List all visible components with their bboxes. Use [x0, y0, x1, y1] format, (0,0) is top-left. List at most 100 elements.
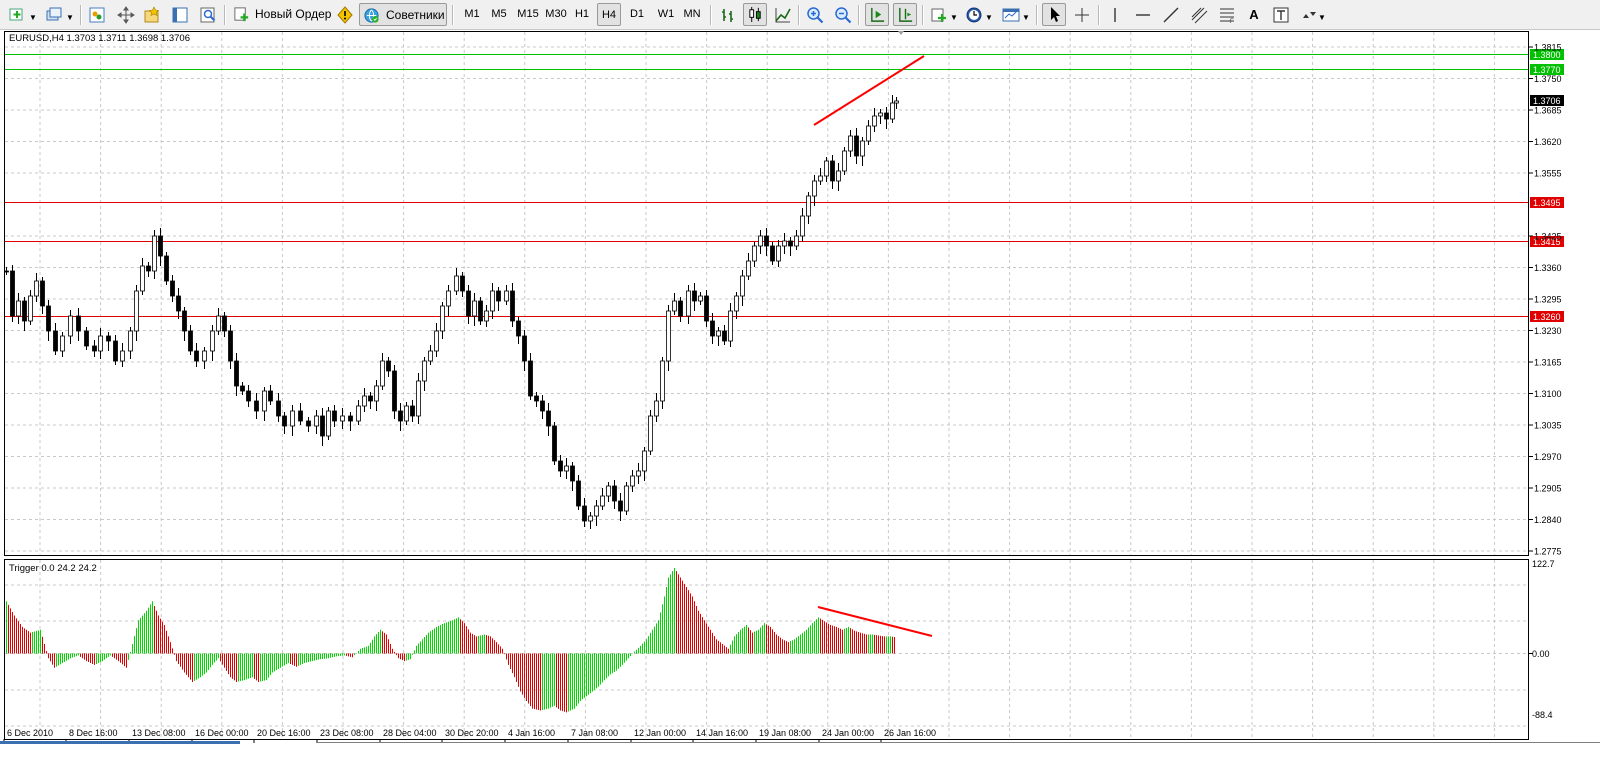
profiles-icon[interactable]	[45, 6, 63, 24]
price-tick-label: 1.3230	[1534, 326, 1562, 336]
time-tick-label: 6 Dec 2010	[7, 728, 53, 738]
candle-body	[770, 245, 775, 262]
candle-body	[642, 450, 647, 472]
experts-button[interactable]: Советники	[359, 3, 447, 26]
candle-body	[630, 475, 635, 487]
periodicity-icon[interactable]	[965, 6, 983, 24]
price-tick-label: 1.3360	[1534, 263, 1562, 273]
new-chart-icon[interactable]	[8, 6, 26, 24]
candle-body	[128, 330, 133, 352]
horizontal-line-icon[interactable]	[1134, 6, 1152, 24]
arrows-icon[interactable]	[1300, 6, 1318, 24]
price-tick-label: 1.2970	[1534, 452, 1562, 462]
price-divergence-trendline[interactable]	[813, 55, 925, 126]
auto-scroll-button[interactable]	[865, 3, 889, 26]
candle-body	[68, 315, 73, 337]
timeframe-m30[interactable]: M30	[543, 3, 569, 26]
current-price-label: 1.3706	[1533, 96, 1561, 106]
time-tick-label: 19 Jan 08:00	[759, 728, 811, 738]
text-icon[interactable]: A	[1244, 3, 1264, 26]
candle-body	[830, 160, 835, 182]
market-watch-icon[interactable]	[88, 6, 106, 24]
chart-shift-button[interactable]	[893, 3, 917, 26]
timeframe-h4[interactable]: H4	[597, 3, 621, 26]
timeframe-m1[interactable]: M1	[461, 3, 483, 26]
time-tick-label: 20 Dec 16:00	[257, 728, 311, 738]
templates-icon[interactable]	[1002, 6, 1020, 24]
timeframe-h1[interactable]: H1	[571, 3, 593, 26]
line-chart-icon[interactable]	[774, 6, 792, 24]
candle-body	[234, 360, 239, 387]
candle-body	[764, 235, 769, 247]
candle-body	[800, 215, 805, 237]
candle-body	[416, 380, 421, 417]
arrows-dropdown-icon[interactable]: ▼	[1318, 6, 1326, 29]
indicators-dropdown-icon[interactable]: ▼	[950, 6, 958, 29]
candle-body	[636, 470, 641, 477]
shift-marker-icon[interactable]	[898, 31, 904, 35]
price-tick-label: 1.2840	[1534, 515, 1562, 525]
navigator-icon[interactable]	[117, 6, 135, 24]
zoom-in-icon[interactable]	[806, 6, 824, 24]
strategy-tester-icon[interactable]	[199, 6, 217, 24]
candle-body	[836, 170, 841, 182]
candle-body	[678, 300, 683, 317]
time-axis: 6 Dec 2010 8 Dec 16:00 13 Dec 08:00 16 Dec …	[3, 728, 936, 743]
candlestick-button[interactable]	[743, 3, 767, 26]
timeframe-d1[interactable]: D1	[626, 3, 648, 26]
indicator-title: Trigger 0.0 24.2 24.2	[9, 563, 97, 574]
candle-body	[152, 235, 157, 272]
candle-body	[552, 425, 557, 462]
candle-body	[4, 270, 9, 273]
templates-dropdown-icon[interactable]: ▼	[1022, 6, 1030, 29]
new-chart-dropdown-icon[interactable]: ▼	[29, 6, 37, 29]
cursor-button[interactable]	[1042, 3, 1066, 26]
new-order-button[interactable]: Новый Ордер	[230, 3, 334, 26]
fibonacci-icon[interactable]: F	[1218, 6, 1236, 24]
indicators-icon[interactable]	[930, 6, 948, 24]
favorites-icon[interactable]	[143, 6, 161, 24]
candle-body	[28, 295, 33, 322]
vertical-line-icon[interactable]	[1106, 6, 1124, 24]
profiles-dropdown-icon[interactable]: ▼	[66, 6, 74, 29]
candle-body	[504, 290, 509, 302]
trendline-icon[interactable]	[1162, 6, 1180, 24]
candle-body	[84, 330, 89, 347]
candle-body	[113, 340, 118, 362]
candle-body	[788, 240, 793, 247]
main-chart-title: EURUSD,H4 1.3703 1.3711 1.3698 1.3706	[9, 33, 190, 44]
timeframe-mn[interactable]: MN	[680, 3, 704, 26]
candle-body	[490, 290, 495, 312]
candle-body	[428, 350, 433, 362]
timeframe-m15[interactable]: M15	[514, 3, 542, 26]
candle-body	[594, 505, 599, 517]
chart-shift-icon	[899, 7, 913, 22]
bar-chart-icon[interactable]	[719, 6, 737, 24]
candle-body	[618, 500, 623, 512]
zoom-out-icon[interactable]	[834, 6, 852, 24]
candle-body	[794, 235, 799, 247]
timeframe-w1[interactable]: W1	[654, 3, 678, 26]
text-label-icon[interactable]	[1272, 6, 1290, 24]
candle-body	[878, 112, 883, 117]
candle-body	[806, 195, 811, 217]
candle-body	[398, 410, 403, 422]
candle-body	[866, 125, 871, 142]
crosshair-icon[interactable]	[1073, 6, 1091, 24]
candle-body	[298, 410, 303, 422]
timeframe-m5[interactable]: M5	[488, 3, 510, 26]
channel-icon[interactable]	[1190, 6, 1208, 24]
candle-body	[53, 330, 58, 352]
chart-tab-strip	[316, 742, 1600, 743]
candle-body	[576, 480, 581, 507]
data-window-icon[interactable]	[171, 6, 189, 24]
candle-body	[654, 400, 659, 417]
candle-body	[546, 410, 551, 427]
alert-icon[interactable]	[336, 6, 354, 24]
eurusd-h4-chart[interactable]: 1.38001.37701.34951.34151.3260 EURUSD,H4…	[0, 30, 1600, 759]
candle-body	[848, 135, 853, 152]
time-tick-label: 23 Dec 08:00	[320, 728, 374, 738]
periodicity-dropdown-icon[interactable]: ▼	[985, 6, 993, 29]
price-tick-label: 1.3100	[1534, 389, 1562, 399]
candle-body	[558, 460, 563, 472]
